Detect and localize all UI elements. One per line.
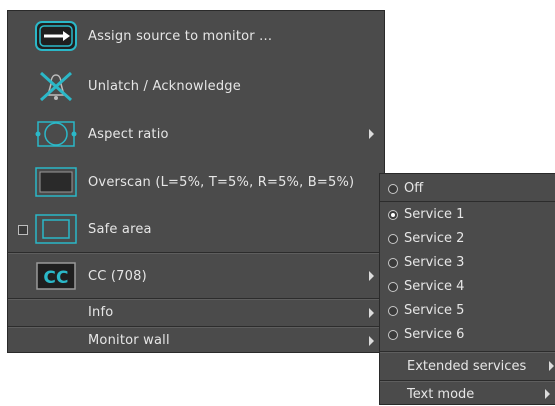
overscan-icon [35,167,77,197]
context-menu: Assign source to monitor ... Unlatch / A… [7,10,385,353]
radio-button[interactable] [388,258,398,268]
chevron-right-icon [369,307,374,318]
chevron-right-icon [545,389,550,399]
menu-separator [8,253,384,254]
option-service-2[interactable]: Service 2 [380,226,555,250]
option-service-6[interactable]: Service 6 [380,322,555,346]
menu-item-monitor-wall[interactable]: Monitor wall [8,328,384,353]
menu-item-text-mode[interactable]: Text mode [380,382,555,406]
menu-item-label: Safe area [88,221,152,237]
menu-item-assign-source[interactable]: Assign source to monitor ... [8,17,384,55]
unlatch-icon [35,71,77,102]
cc-submenu: Off Service 1 Service 2 Service 3 Servic… [379,173,555,405]
chevron-right-icon [369,271,374,281]
option-service-3[interactable]: Service 3 [380,250,555,274]
menu-item-label: Unlatch / Acknowledge [88,78,241,94]
radio-button-selected[interactable] [388,210,398,220]
menu-item-label: Assign source to monitor ... [88,28,273,44]
menu-item-label: Monitor wall [88,333,170,348]
option-off[interactable]: Off [380,176,555,200]
menu-item-unlatch[interactable]: Unlatch / Acknowledge [8,67,384,105]
menu-item-label: Info [88,305,114,320]
radio-button[interactable] [388,184,398,194]
radio-button[interactable] [388,330,398,340]
radio-button[interactable] [388,234,398,244]
option-service-1[interactable]: Service 1 [380,202,555,226]
radio-button[interactable] [388,306,398,316]
menu-item-overscan[interactable]: Overscan (L=5%, T=5%, R=5%, B=5%) [8,161,384,203]
safe-area-icon [35,214,77,244]
menu-item-label: Overscan (L=5%, T=5%, R=5%, B=5%) [88,174,355,190]
radio-button[interactable] [388,282,398,292]
menu-item-label: Aspect ratio [88,126,169,142]
chevron-right-icon [369,129,374,139]
menu-item-extended-services[interactable]: Extended services [380,353,555,379]
option-service-5[interactable]: Service 5 [380,298,555,322]
menu-item-safe-area[interactable]: Safe area [8,209,384,249]
chevron-right-icon [549,361,554,371]
menu-item-label: CC (708) [88,268,147,284]
aspect-ratio-icon [35,119,77,149]
safe-area-checkbox[interactable] [18,225,28,235]
svg-text:CC: CC [43,268,68,288]
option-service-4[interactable]: Service 4 [380,274,555,298]
assign-source-icon [35,21,77,51]
menu-item-cc[interactable]: CC CC (708) [8,257,384,295]
cc-icon: CC [35,261,77,291]
menu-item-aspect-ratio[interactable]: Aspect ratio [8,115,384,153]
chevron-right-icon [369,335,374,346]
menu-item-info[interactable]: Info [8,300,384,325]
